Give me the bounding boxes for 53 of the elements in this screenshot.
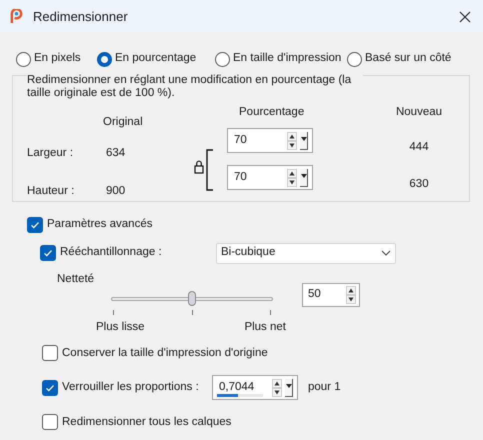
column-header: Nouveau [396,105,442,118]
triangle-down-icon [300,174,306,178]
group-caption: Redimensionner en réglant une modification en pourcentage (la taille originale est de 100 %). [27,74,363,100]
triangle-down-icon [286,384,292,388]
spin-field[interactable]: 0,7044 [212,375,298,400]
lock-link-drawing[interactable] [194,149,214,191]
radio-button[interactable] [97,52,112,66]
dimension-label: Hauteur : [27,184,76,197]
dropdown-button[interactable] [300,132,308,150]
radio-button[interactable] [347,52,362,66]
table-cell-text: 630 [409,177,429,190]
radio-button[interactable] [16,52,31,66]
radio-label[interactable]: Basé sur un côté [365,50,452,68]
checkbox[interactable] [42,380,58,396]
radio-label[interactable]: En pixels [34,50,81,68]
spin-arrows-icon[interactable] [287,168,297,186]
triangle-down-icon [300,136,306,140]
checkbox[interactable] [42,345,58,362]
spin-field[interactable]: 50 [302,283,360,307]
radio-label[interactable]: En taille d'impression [233,50,342,68]
table-cell-text: 900 [105,184,126,197]
checkbox[interactable] [40,245,56,261]
checkbox-label[interactable]: Conserver la taille d'impression d'origine [62,344,268,362]
spin-arrows-icon[interactable] [272,378,282,397]
chevron-down-icon [381,250,391,256]
dropdown-button[interactable] [285,378,293,397]
window-title: Redimensionner [33,8,129,26]
table-cell-text: 444 [409,140,429,153]
column-header: Pourcentage [238,105,304,118]
spin-field[interactable]: 70 [227,165,313,190]
close-icon [459,10,471,22]
checkbox-label[interactable]: Paramètres avancés [47,216,152,234]
checkbox-label[interactable]: Rééchantillonnage : [60,244,162,262]
section-label: Netteté [57,272,94,285]
dimension-label: Largeur : [27,146,74,159]
table-cell-text: 634 [105,146,126,159]
checkbox-label[interactable]: Verrouiller les proportions : [62,379,199,396]
slider-thumb[interactable] [188,291,196,306]
spin-arrows-icon[interactable] [287,132,297,150]
checkbox-label[interactable]: Redimensionner tous les calques [62,414,232,431]
unit-label: pour 1 [308,380,341,396]
column-header: Original [103,115,144,128]
radio-label[interactable]: En pourcentage [115,50,196,68]
checkbox[interactable] [42,414,58,430]
slider-min-label: Plus lisse [96,320,145,335]
app-logo-icon [10,9,23,24]
dropdown[interactable]: Bi-cubique [216,242,396,264]
slider-max-label: Plus net [244,320,286,335]
radio-button[interactable] [215,52,230,66]
checkbox[interactable] [27,217,43,233]
dropdown-button[interactable] [300,168,308,186]
spin-field[interactable]: 70 [227,128,313,153]
spin-arrows-icon[interactable] [346,286,356,304]
